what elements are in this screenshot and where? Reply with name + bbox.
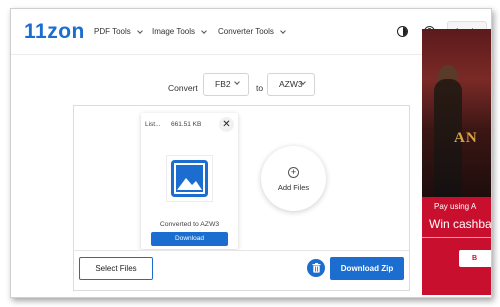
plus-icon: + [288,167,299,178]
file-size: 661.51 KB [171,121,202,128]
ad-title: AN [454,130,478,146]
chevron-down-icon [234,79,240,85]
chevron-down-icon [201,27,207,34]
to-format-value: AZW3 [279,79,303,89]
file-thumbnail [166,155,213,202]
conversion-status: Converted to AZW3 [159,221,220,228]
top-header: 11zon PDF Tools Image Tools Converter To… [11,9,491,55]
chevron-down-icon [280,27,286,34]
download-button[interactable]: Download [151,232,228,246]
nav-pdf-tools-label: PDF Tools [94,27,131,36]
close-icon[interactable]: ✕ [219,117,234,132]
trash-glyph [312,263,320,273]
nav-image-tools-label: Image Tools [152,27,195,36]
ad-cta-button[interactable]: B [459,250,491,267]
ad-line-pay: Pay using A [434,202,477,211]
add-files-label: Add Files [277,183,310,192]
convert-label: Convert [168,83,198,93]
ad-promo-area [422,197,491,295]
download-zip-button[interactable]: Download Zip [330,257,404,280]
from-format-select[interactable]: FB2 [203,73,249,96]
ad-line-win: Win cashba [429,217,492,231]
ad-divider [422,237,491,238]
nav-image-tools[interactable]: Image Tools [152,27,207,36]
app-window: 11zon PDF Tools Image Tools Converter To… [10,8,492,298]
add-files-button[interactable]: + Add Files [261,146,326,211]
to-label: to [256,83,264,93]
nav-pdf-tools[interactable]: PDF Tools [94,27,143,36]
file-card: List... 661.51 KB ✕ Converted to AZW3 Do… [141,113,238,249]
image-icon [171,160,208,197]
nav-converter-tools-label: Converter Tools [218,27,274,36]
select-files-button[interactable]: Select Files [79,257,153,280]
file-name: List... [145,121,161,128]
trash-icon[interactable] [307,259,325,277]
to-format-select[interactable]: AZW3 [267,73,315,96]
chevron-down-icon [136,27,143,34]
from-format-value: FB2 [215,79,231,89]
logo[interactable]: 11zon [24,20,85,44]
nav-converter-tools[interactable]: Converter Tools [218,27,286,36]
upload-panel [73,105,410,250]
contrast-icon[interactable] [397,26,408,37]
